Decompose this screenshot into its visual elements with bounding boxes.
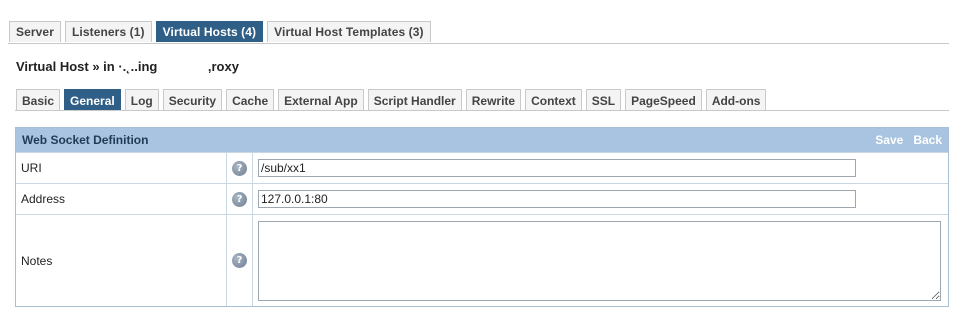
uri-value-cell: [253, 153, 948, 183]
uri-help-cell: ?: [227, 153, 253, 183]
sub-tabs: Basic General Log Security Cache Externa…: [16, 89, 767, 111]
tab-ssl[interactable]: SSL: [585, 89, 622, 111]
tab-virtual-host-templates[interactable]: Virtual Host Templates (3): [267, 21, 431, 42]
top-tabs-divider: [8, 43, 949, 44]
notes-value-cell: [253, 215, 948, 306]
help-question-icon[interactable]: ?: [232, 253, 247, 268]
sub-tabs-divider: [15, 110, 949, 111]
tab-external-app[interactable]: External App: [278, 89, 364, 111]
top-tabs: Server Listeners (1) Virtual Hosts (4) V…: [9, 21, 431, 42]
tab-script-handler[interactable]: Script Handler: [367, 89, 462, 111]
tab-virtual-hosts[interactable]: Virtual Hosts (4): [155, 21, 264, 42]
uri-input[interactable]: [258, 159, 856, 177]
tab-add-ons[interactable]: Add-ons: [705, 89, 767, 111]
tab-log[interactable]: Log: [124, 89, 159, 111]
web-socket-panel: Web Socket Definition Save Back URI ? Ad…: [15, 127, 949, 307]
notes-help-cell: ?: [227, 215, 253, 306]
help-question-icon[interactable]: ?: [232, 160, 247, 176]
tab-server[interactable]: Server: [9, 21, 61, 42]
uri-label: URI: [16, 153, 227, 183]
tab-context[interactable]: Context: [525, 89, 582, 111]
panel-title: Web Socket Definition: [22, 133, 149, 147]
address-value-cell: [253, 184, 948, 214]
notes-row: Notes ?: [16, 214, 948, 306]
tab-rewrite[interactable]: Rewrite: [465, 89, 522, 111]
notes-label: Notes: [16, 215, 227, 306]
uri-row: URI ?: [16, 152, 948, 183]
tab-pagespeed[interactable]: PageSpeed: [625, 89, 702, 111]
back-button[interactable]: Back: [913, 133, 942, 147]
tab-basic[interactable]: Basic: [16, 89, 61, 111]
tab-security[interactable]: Security: [162, 89, 223, 111]
address-input[interactable]: [258, 190, 856, 208]
panel-header: Web Socket Definition Save Back: [16, 128, 948, 152]
tab-cache[interactable]: Cache: [226, 89, 275, 111]
breadcrumb: Virtual Host » in ·.˛..ing ,roxy: [16, 59, 239, 74]
tab-general[interactable]: General: [64, 89, 121, 111]
help-question-icon[interactable]: ?: [232, 191, 247, 207]
tab-listeners[interactable]: Listeners (1): [64, 21, 152, 42]
address-help-cell: ?: [227, 184, 253, 214]
panel-actions: Save Back: [875, 133, 942, 147]
address-label: Address: [16, 184, 227, 214]
save-button[interactable]: Save: [875, 133, 903, 147]
address-row: Address ?: [16, 183, 948, 214]
notes-textarea[interactable]: [258, 220, 941, 301]
